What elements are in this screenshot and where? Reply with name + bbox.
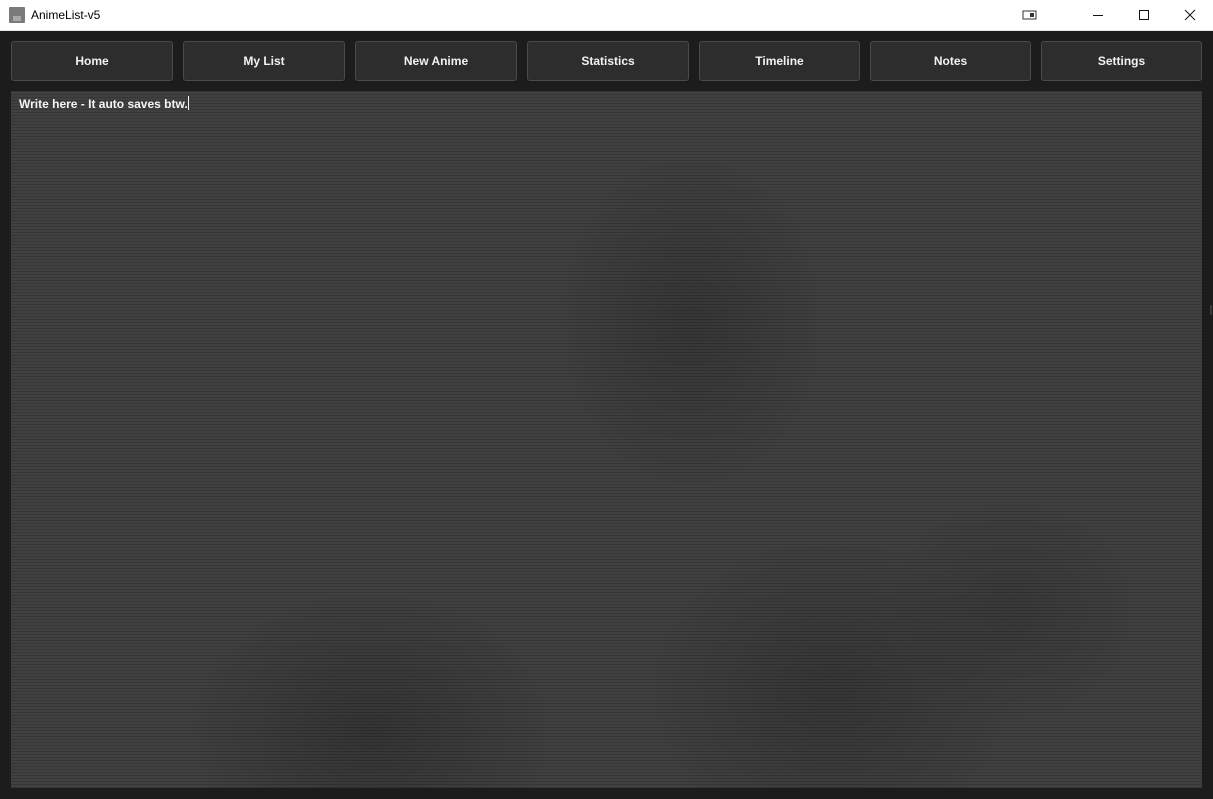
window-title: AnimeList-v5 xyxy=(31,8,101,22)
minimize-icon xyxy=(1093,15,1103,16)
title-bar[interactable]: AnimeList-v5 xyxy=(0,0,1213,31)
minimize-button[interactable] xyxy=(1075,0,1121,30)
bottom-strip xyxy=(0,788,1213,799)
close-button[interactable] xyxy=(1167,0,1213,30)
maximize-icon xyxy=(1139,10,1149,20)
window-snap-icon[interactable] xyxy=(1014,0,1046,30)
nav-new-anime-button[interactable]: New Anime xyxy=(355,41,517,81)
nav-timeline-button[interactable]: Timeline xyxy=(699,41,860,81)
text-caret xyxy=(187,96,189,110)
close-icon xyxy=(1184,9,1196,21)
maximize-button[interactable] xyxy=(1121,0,1167,30)
nav-statistics-button[interactable]: Statistics xyxy=(527,41,689,81)
notes-text: Write here - It auto saves btw. xyxy=(19,97,188,111)
app-icon xyxy=(9,7,25,23)
resize-handle[interactable] xyxy=(1210,305,1212,315)
app-window: AnimeList-v5 Home My List New Anime Stat… xyxy=(0,0,1213,799)
nav-notes-button[interactable]: Notes xyxy=(870,41,1031,81)
nav-bar: Home My List New Anime Statistics Timeli… xyxy=(0,31,1213,91)
nav-home-button[interactable]: Home xyxy=(11,41,173,81)
nav-my-list-button[interactable]: My List xyxy=(183,41,345,81)
nav-settings-button[interactable]: Settings xyxy=(1041,41,1202,81)
notes-textarea[interactable]: Write here - It auto saves btw. xyxy=(11,91,1202,788)
